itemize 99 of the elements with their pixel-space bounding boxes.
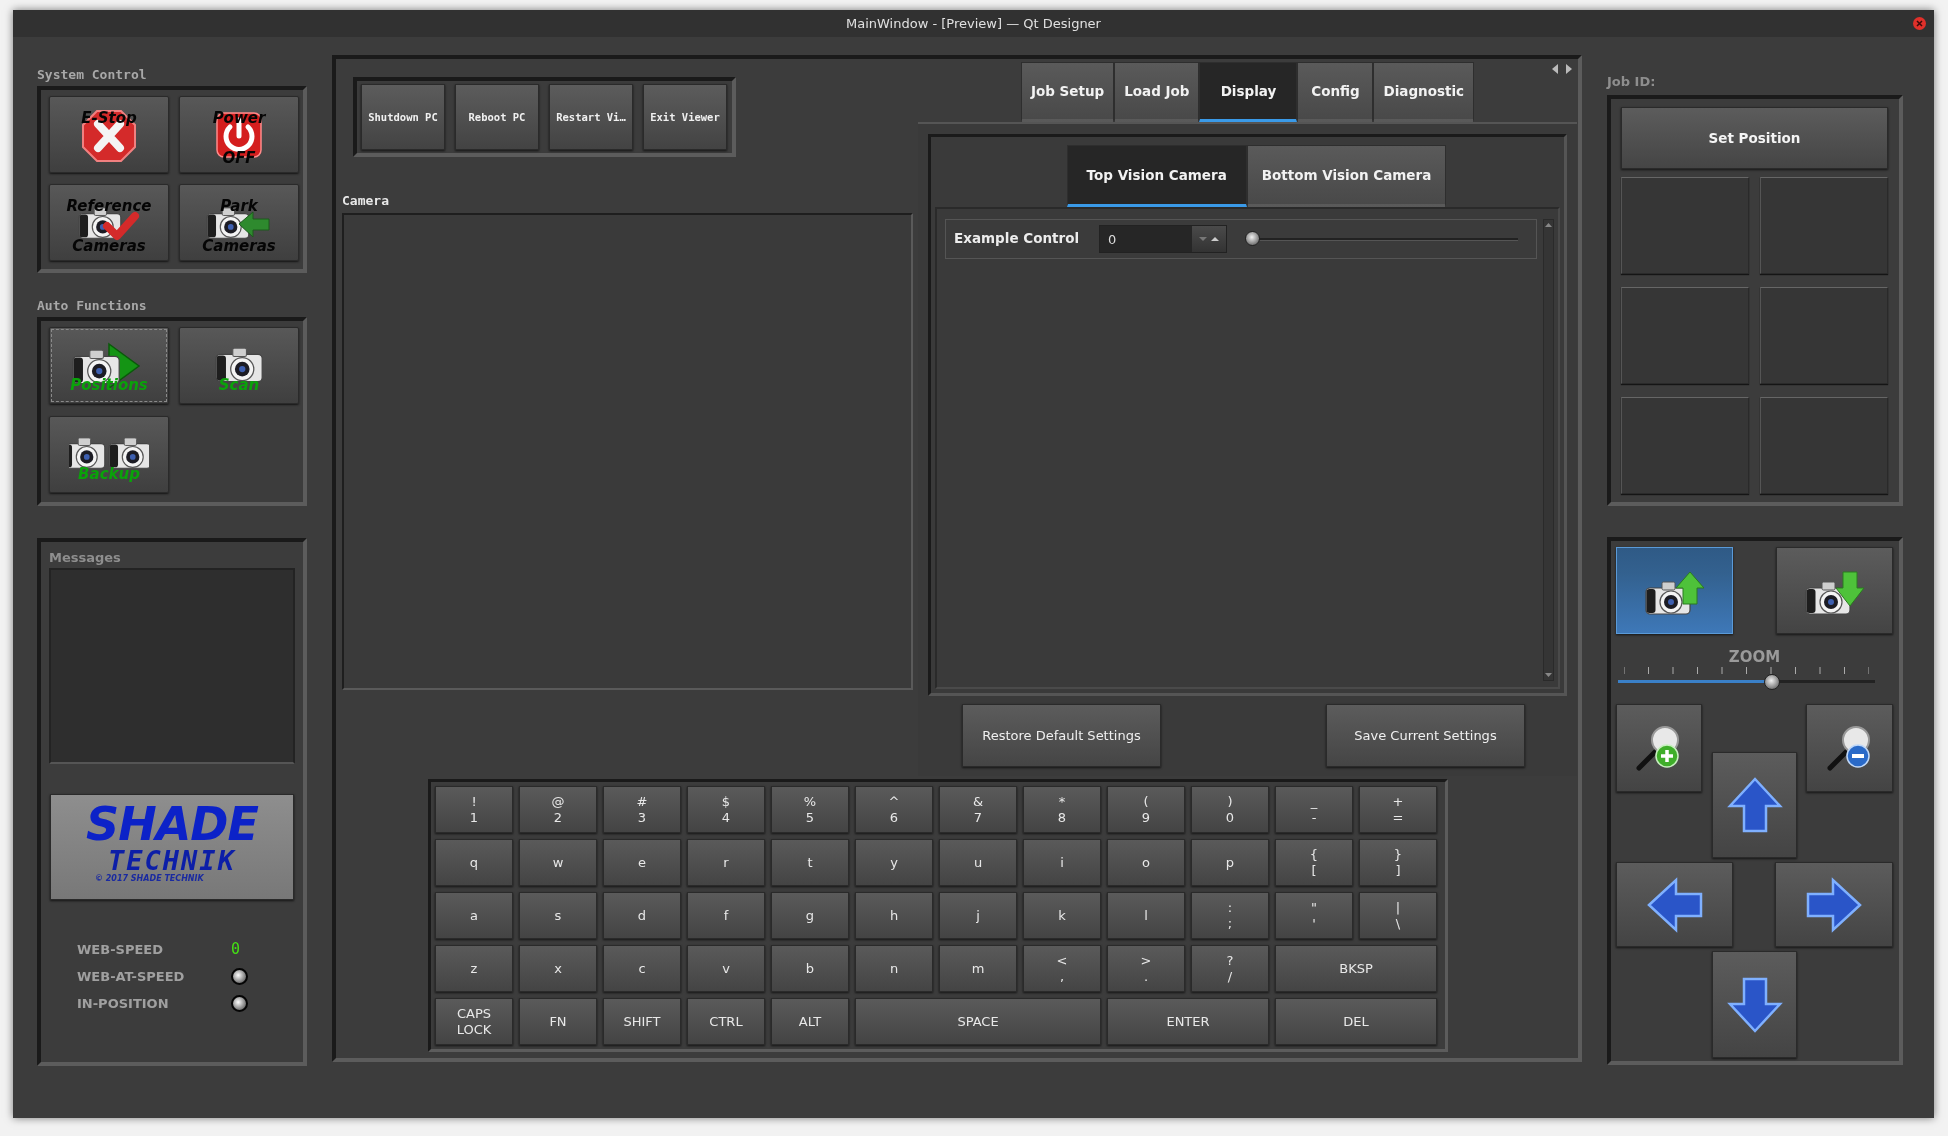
- keyboard-key[interactable]: ! 1: [435, 786, 513, 833]
- move-right-button[interactable]: [1775, 862, 1893, 947]
- set-position-button[interactable]: Set Position: [1621, 107, 1888, 169]
- keyboard-key[interactable]: ? /: [1191, 945, 1269, 992]
- keyboard-key[interactable]: ALT: [771, 998, 849, 1045]
- keyboard-key[interactable]: c: [603, 945, 681, 992]
- keyboard-key[interactable]: * 8: [1023, 786, 1101, 833]
- move-down-button[interactable]: [1712, 951, 1797, 1058]
- keyboard-key[interactable]: f: [687, 892, 765, 939]
- keyboard-key[interactable]: & 7: [939, 786, 1017, 833]
- group-title: System Control: [37, 67, 148, 84]
- keyboard-key[interactable]: s: [519, 892, 597, 939]
- tab[interactable]: Top Vision Camera: [1066, 145, 1247, 207]
- control-label: Example Control: [954, 230, 1080, 248]
- tab[interactable]: Bottom Vision Camera: [1246, 145, 1447, 207]
- keyboard-key[interactable]: b: [771, 945, 849, 992]
- keyboard-key[interactable]: ( 9: [1107, 786, 1185, 833]
- system-button[interactable]: Exit Viewer: [643, 84, 727, 150]
- slider[interactable]: [1247, 231, 1518, 247]
- keyboard-key[interactable]: x: [519, 945, 597, 992]
- scroll-left-icon[interactable]: [1551, 64, 1559, 74]
- keyboard-key[interactable]: $ 4: [687, 786, 765, 833]
- tab[interactable]: Diagnostic: [1373, 62, 1475, 122]
- keyboard-key[interactable]: ^ 6: [855, 786, 933, 833]
- keyboard-key[interactable]: n: [855, 945, 933, 992]
- tab[interactable]: Display: [1199, 62, 1298, 122]
- status-label: IN-POSITION: [77, 996, 170, 1011]
- keyboard-key[interactable]: " ': [1275, 892, 1353, 939]
- camera-toggle-button[interactable]: [1616, 547, 1733, 634]
- move-up-button[interactable]: [1712, 752, 1797, 858]
- zoom-out-button[interactable]: [1806, 704, 1893, 792]
- keyboard-key[interactable]: > .: [1107, 945, 1185, 992]
- keyboard-key[interactable]: l: [1107, 892, 1185, 939]
- keyboard-key[interactable]: _ -: [1275, 786, 1353, 833]
- keyboard-key[interactable]: + =: [1359, 786, 1437, 833]
- keyboard-key[interactable]: t: [771, 839, 849, 886]
- keyboard-key[interactable]: y: [855, 839, 933, 886]
- keyboard-key[interactable]: CAPS LOCK: [435, 998, 513, 1045]
- tab[interactable]: Load Job: [1114, 62, 1200, 122]
- keyboard-key[interactable]: ENTER: [1107, 998, 1269, 1045]
- window-title: MainWindow - [Preview] — Qt Designer: [846, 16, 1101, 31]
- keyboard-key[interactable]: SHIFT: [603, 998, 681, 1045]
- status-label: WEB-AT-SPEED: [77, 969, 186, 984]
- slider-thumb[interactable]: [1764, 674, 1781, 690]
- keyboard-key[interactable]: v: [687, 945, 765, 992]
- keyboard-key[interactable]: % 5: [771, 786, 849, 833]
- settings-button[interactable]: Restore Default Settings: [962, 704, 1161, 767]
- keyboard-key[interactable]: p: [1191, 839, 1269, 886]
- system-button[interactable]: Reboot PC: [455, 84, 539, 150]
- group-title: Auto Functions: [37, 298, 148, 315]
- keyboard-key[interactable]: DEL: [1275, 998, 1437, 1045]
- keyboard-key[interactable]: q: [435, 839, 513, 886]
- spin-box[interactable]: 0: [1099, 225, 1228, 253]
- keyboard-key[interactable]: < ,: [1023, 945, 1101, 992]
- keyboard-key[interactable]: w: [519, 839, 597, 886]
- keyboard-key[interactable]: { [: [1275, 839, 1353, 886]
- keyboard-key[interactable]: SPACE: [855, 998, 1101, 1045]
- system-button[interactable]: Shutdown PC: [361, 84, 445, 150]
- system-button[interactable]: Restart Vi…: [549, 84, 633, 150]
- keyboard-key[interactable]: g: [771, 892, 849, 939]
- settings-button[interactable]: Save Current Settings: [1326, 704, 1525, 767]
- slider-thumb[interactable]: [1245, 231, 1261, 246]
- keyboard-key[interactable]: d: [603, 892, 681, 939]
- keyboard-key[interactable]: : ;: [1191, 892, 1269, 939]
- keyboard-key[interactable]: k: [1023, 892, 1101, 939]
- zoom-label: ZOOM: [1727, 648, 1782, 666]
- camera-title: Camera: [342, 193, 390, 210]
- keyboard-key[interactable]: i: [1023, 839, 1101, 886]
- keyboard-key[interactable]: } ]: [1359, 839, 1437, 886]
- keyboard-key[interactable]: @ 2: [519, 786, 597, 833]
- scroll-right-icon[interactable]: [1565, 64, 1573, 74]
- tab[interactable]: Config: [1297, 62, 1374, 122]
- scroll-bar[interactable]: [1543, 219, 1554, 681]
- messages-field[interactable]: [49, 568, 295, 764]
- move-left-button[interactable]: [1616, 862, 1733, 947]
- keyboard-key[interactable]: h: [855, 892, 933, 939]
- group-title: Messages: [49, 550, 122, 567]
- keyboard-key[interactable]: z: [435, 945, 513, 992]
- job-id-label: Job ID:: [1607, 74, 1657, 91]
- keyboard-key[interactable]: # 3: [603, 786, 681, 833]
- keyboard-key[interactable]: r: [687, 839, 765, 886]
- keyboard-key[interactable]: FN: [519, 998, 597, 1045]
- keyboard-key[interactable]: e: [603, 839, 681, 886]
- keyboard-key[interactable]: BKSP: [1275, 945, 1437, 992]
- keyboard-key[interactable]: u: [939, 839, 1017, 886]
- zoom-in-button[interactable]: [1616, 704, 1702, 792]
- status-value: 0: [231, 940, 241, 958]
- keyboard-key[interactable]: o: [1107, 839, 1185, 886]
- close-icon[interactable]: [1913, 17, 1926, 30]
- keyboard-key[interactable]: | \: [1359, 892, 1437, 939]
- keyboard-key[interactable]: ) 0: [1191, 786, 1269, 833]
- keyboard-key[interactable]: a: [435, 892, 513, 939]
- keyboard-key[interactable]: j: [939, 892, 1017, 939]
- keyboard-key[interactable]: CTRL: [687, 998, 765, 1045]
- keyboard-key[interactable]: m: [939, 945, 1017, 992]
- zoom-slider[interactable]: [1618, 666, 1875, 692]
- camera-toggle-button[interactable]: [1776, 547, 1893, 634]
- status-label: WEB-SPEED: [77, 941, 164, 957]
- tab[interactable]: Job Setup: [1020, 62, 1115, 122]
